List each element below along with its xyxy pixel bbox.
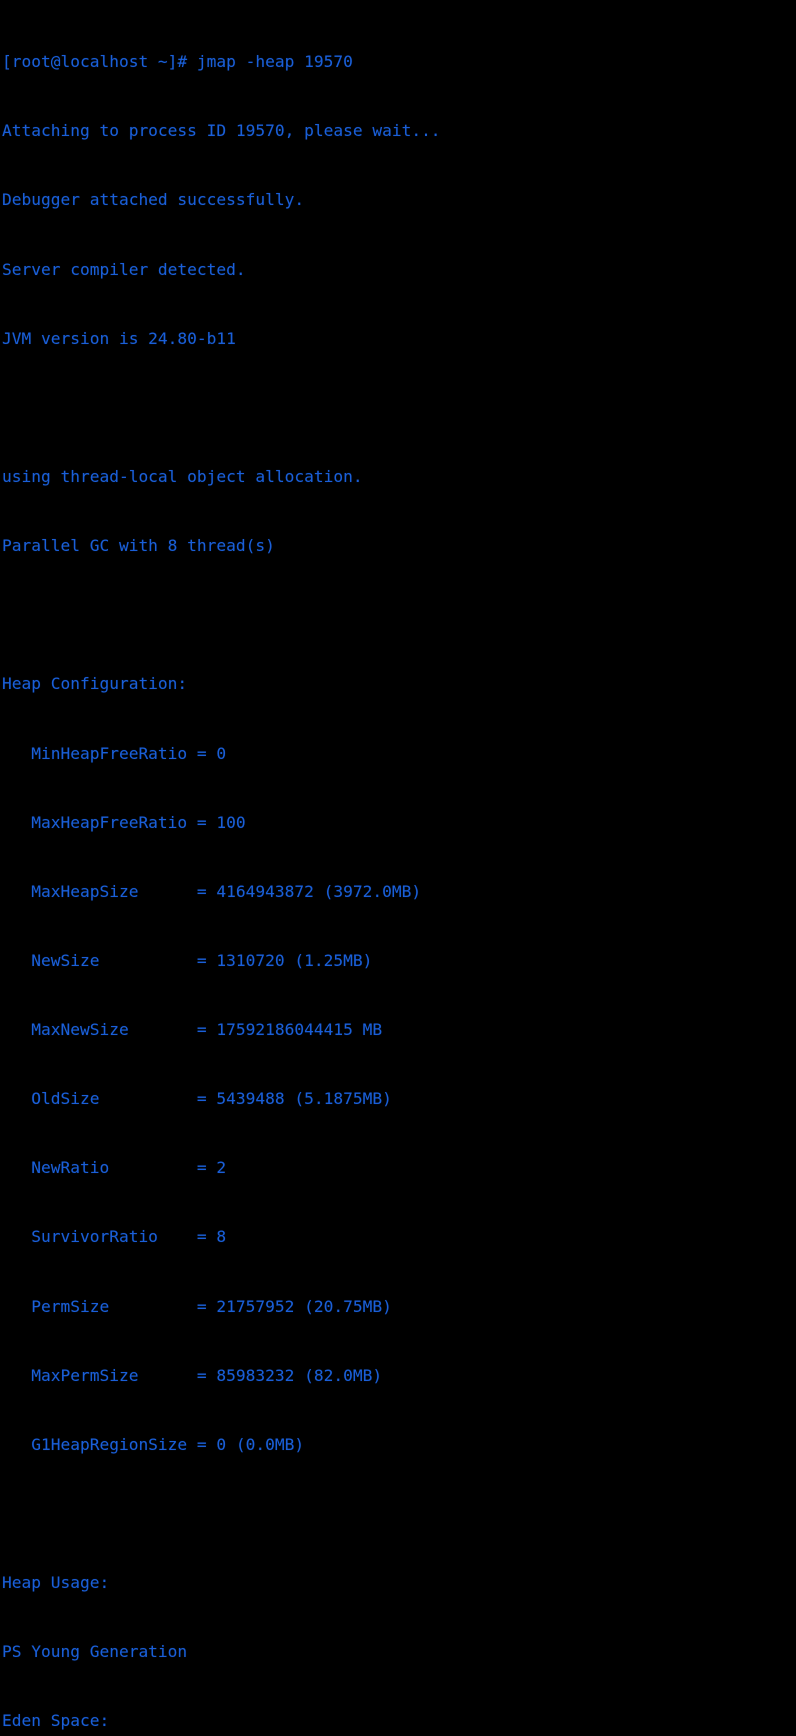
terminal-line-blank-1 <box>2 396 796 419</box>
terminal-line-max-perm-size: MaxPermSize = 85983232 (82.0MB) <box>2 1365 383 1385</box>
terminal-line-jvm-version: JVM version is 24.80-b11 <box>2 328 236 348</box>
terminal-line-parallel-gc: Parallel GC with 8 thread(s) <box>2 536 275 556</box>
terminal-line-blank-2 <box>2 603 796 626</box>
terminal-line-ps-young-generation: PS Young Generation <box>2 1642 188 1662</box>
terminal-line-max-heap-free-ratio: MaxHeapFreeRatio = 100 <box>2 812 246 832</box>
terminal-line-heap-usage-header: Heap Usage: <box>2 1573 110 1593</box>
terminal-output-text[interactable]: [root@localhost ~]# jmap -heap 19570 Att… <box>0 0 796 1736</box>
terminal-line-server-compiler: Server compiler detected. <box>2 259 246 279</box>
terminal-window[interactable]: [root@localhost ~]# jmap -heap 19570 Att… <box>0 0 796 1730</box>
terminal-line-perm-size: PermSize = 21757952 (20.75MB) <box>2 1296 392 1316</box>
terminal-line-max-heap-size: MaxHeapSize = 4164943872 (3972.0MB) <box>2 881 422 901</box>
terminal-line-attaching: Attaching to process ID 19570, please wa… <box>2 121 441 141</box>
terminal-line-heap-configuration-header: Heap Configuration: <box>2 674 188 694</box>
terminal-line-survivor-ratio: SurvivorRatio = 8 <box>2 1227 227 1247</box>
terminal-line-debugger-attached: Debugger attached successfully. <box>2 190 305 210</box>
terminal-line-max-new-size: MaxNewSize = 17592186044415 MB <box>2 1020 383 1040</box>
terminal-line-g1-heap-region-size: G1HeapRegionSize = 0 (0.0MB) <box>2 1434 305 1454</box>
terminal-line-blank-3 <box>2 1502 796 1525</box>
terminal-line-prompt-command: [root@localhost ~]# jmap -heap 19570 <box>2 52 353 72</box>
terminal-line-new-ratio: NewRatio = 2 <box>2 1158 227 1178</box>
terminal-line-tlab: using thread-local object allocation. <box>2 466 363 486</box>
terminal-line-old-size: OldSize = 5439488 (5.1875MB) <box>2 1089 392 1109</box>
terminal-line-new-size: NewSize = 1310720 (1.25MB) <box>2 950 373 970</box>
terminal-line-eden-space-header: Eden Space: <box>2 1711 110 1731</box>
terminal-line-min-heap-free-ratio: MinHeapFreeRatio = 0 <box>2 743 227 763</box>
